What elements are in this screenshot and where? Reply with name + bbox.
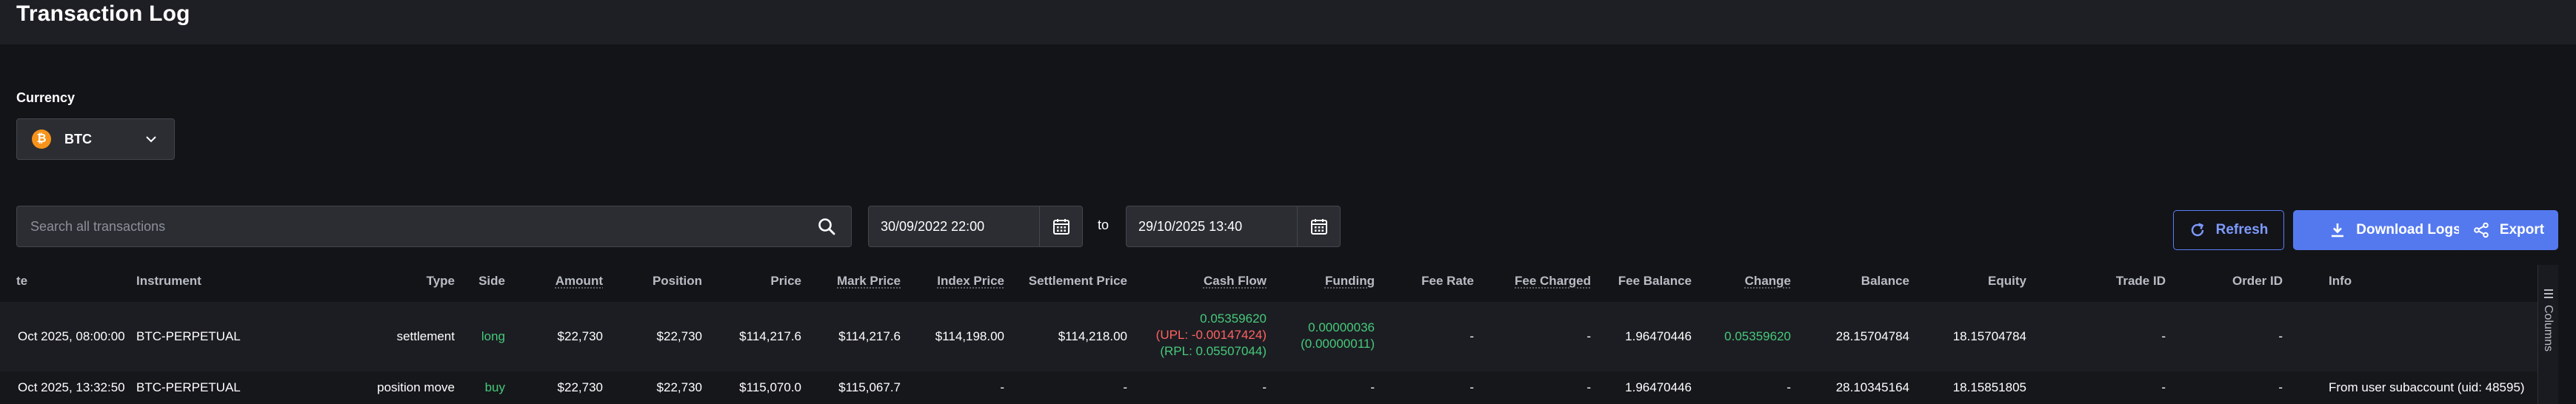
currency-value: BTC: [64, 131, 92, 147]
cell-trade-id: -: [2161, 329, 2166, 343]
chevron-down-icon: [144, 132, 158, 149]
col-index-price[interactable]: Index Price: [937, 274, 1004, 289]
date-to-calendar-button[interactable]: [1297, 206, 1340, 246]
cell-side: long: [481, 329, 505, 343]
bitcoin-icon: ₿: [32, 129, 51, 149]
cell-type: position move: [377, 380, 455, 394]
cell-date: Oct 2025, 13:32:50: [18, 380, 125, 394]
cell-settlement-price: -: [1123, 380, 1127, 394]
share-icon: [2473, 222, 2489, 238]
cell-type: settlement: [396, 329, 455, 343]
table-row[interactable]: Oct 2025, 08:00:00 BTC-PERPETUAL settlem…: [0, 302, 2537, 371]
cell-balance: 28.10345164: [1835, 380, 1909, 394]
col-cash-flow[interactable]: Cash Flow: [1204, 274, 1267, 289]
col-order-id[interactable]: Order ID: [2232, 274, 2283, 289]
columns-panel-toggle[interactable]: Columns: [2537, 265, 2558, 404]
page-title: Transaction Log: [16, 1, 190, 26]
table-row[interactable]: Oct 2025, 13:32:50 BTC-PERPETUAL positio…: [0, 371, 2537, 404]
cell-amount: $22,730: [557, 380, 603, 394]
col-amount[interactable]: Amount: [555, 274, 603, 289]
cell-position: $22,730: [656, 380, 702, 394]
currency-label: Currency: [16, 90, 76, 105]
cell-mark-price: $115,067.7: [838, 380, 901, 394]
cell-order-id: -: [2278, 329, 2283, 343]
date-from-calendar-button[interactable]: [1039, 206, 1082, 246]
cell-index-price: -: [1000, 380, 1004, 394]
cell-funding: -: [1370, 380, 1375, 394]
col-balance[interactable]: Balance: [1861, 274, 1909, 289]
cell-cash-flow-upl: (UPL: -0.00147424): [1155, 328, 1267, 342]
col-info[interactable]: Info: [2329, 274, 2352, 289]
cell-instrument: BTC-PERPETUAL: [136, 380, 241, 394]
search-input[interactable]: [17, 206, 802, 246]
currency-select[interactable]: ₿ BTC: [16, 118, 175, 160]
cell-fee-balance: 1.96470446: [1625, 380, 1692, 394]
col-position[interactable]: Position: [653, 274, 702, 289]
refresh-button[interactable]: Refresh: [2173, 210, 2284, 250]
cell-mark-price: $114,217.6: [838, 329, 901, 343]
download-icon: [2329, 222, 2346, 238]
cell-date: Oct 2025, 08:00:00: [18, 329, 125, 343]
col-trade-id[interactable]: Trade ID: [2116, 274, 2166, 289]
col-type[interactable]: Type: [427, 274, 455, 289]
col-fee-balance[interactable]: Fee Balance: [1618, 274, 1692, 289]
date-from-value: 30/09/2022 22:00: [881, 219, 985, 234]
col-side[interactable]: Side: [478, 274, 505, 289]
cell-fee-rate: -: [1469, 329, 1474, 343]
cell-equity: 18.15851805: [1952, 380, 2026, 394]
cell-instrument: BTC-PERPETUAL: [136, 329, 241, 343]
col-fee-rate[interactable]: Fee Rate: [1421, 274, 1474, 289]
cell-info: From user subaccount (uid: 48595): [2329, 380, 2525, 394]
cell-fee-balance: 1.96470446: [1625, 329, 1692, 343]
columns-label: Columns: [2542, 305, 2555, 352]
date-to-field[interactable]: 29/10/2025 13:40: [1126, 206, 1341, 247]
export-label: Export: [2499, 222, 2545, 238]
col-date[interactable]: te: [16, 274, 27, 289]
col-instrument[interactable]: Instrument: [136, 274, 201, 289]
cell-balance: 28.15704784: [1835, 329, 1909, 343]
refresh-label: Refresh: [2215, 222, 2269, 238]
col-equity[interactable]: Equity: [1988, 274, 2026, 289]
refresh-icon: [2189, 222, 2206, 238]
header-bar: [0, 0, 2576, 44]
cell-price: $115,070.0: [739, 380, 801, 394]
date-from-field[interactable]: 30/09/2022 22:00: [868, 206, 1083, 247]
cell-fee-charged: -: [1586, 329, 1591, 343]
cell-settlement-price: $114,218.00: [1058, 329, 1127, 343]
cell-funding: 0.00000036: [1308, 320, 1375, 334]
cell-equity: 18.15704784: [1952, 329, 2026, 343]
col-fee-charged[interactable]: Fee Charged: [1515, 274, 1591, 289]
export-button[interactable]: Export: [2459, 210, 2558, 250]
date-range-to-label: to: [1098, 218, 1110, 232]
cell-change: 0.05359620: [1724, 329, 1791, 343]
columns-icon: [2544, 289, 2553, 303]
date-to-value: 29/10/2025 13:40: [1138, 219, 1243, 234]
col-price[interactable]: Price: [770, 274, 801, 289]
cell-position: $22,730: [656, 329, 702, 343]
cell-funding-sub: (0.00000011): [1301, 337, 1375, 351]
download-logs-label: Download Logs: [2356, 222, 2461, 238]
cell-side: buy: [484, 380, 505, 394]
cell-fee-charged: -: [1586, 380, 1591, 394]
search-box: [16, 206, 852, 247]
col-settlement-price[interactable]: Settlement Price: [1029, 274, 1127, 289]
cell-trade-id: -: [2161, 380, 2166, 394]
search-icon[interactable]: [817, 217, 836, 240]
cell-change: -: [1786, 380, 1791, 394]
calendar-icon: [1052, 219, 1070, 235]
cell-cash-flow: 0.05359620: [1200, 312, 1267, 326]
cell-order-id: -: [2278, 380, 2283, 394]
col-funding[interactable]: Funding: [1325, 274, 1375, 289]
col-mark-price[interactable]: Mark Price: [837, 274, 901, 289]
cell-price: $114,217.6: [739, 329, 801, 343]
cell-fee-rate: -: [1469, 380, 1474, 394]
cell-amount: $22,730: [557, 329, 603, 343]
cell-index-price: $114,198.00: [935, 329, 1004, 343]
calendar-icon: [1310, 219, 1327, 235]
col-change[interactable]: Change: [1745, 274, 1791, 289]
table-header: te Instrument Type Side Amount Position …: [0, 265, 2537, 302]
cell-cash-flow: -: [1262, 380, 1267, 394]
cell-cash-flow-rpl: (RPL: 0.05507044): [1160, 344, 1267, 358]
